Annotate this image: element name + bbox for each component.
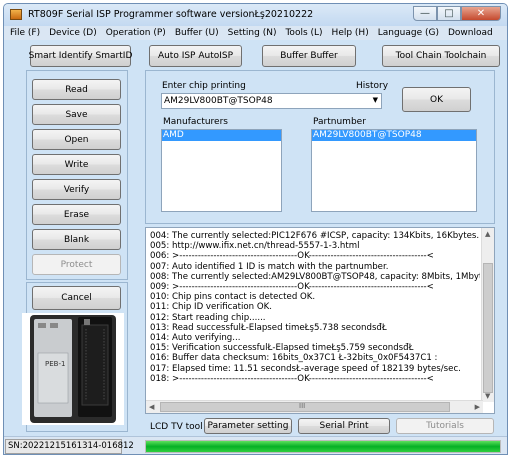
programmer-illustration (30, 315, 116, 423)
list-item[interactable]: AMD (162, 130, 281, 141)
parameter-setting-button[interactable]: Parameter setting (204, 418, 292, 434)
progress-bar (145, 440, 501, 453)
log-line: 014: Auto verifying... (150, 333, 241, 344)
tool-chain-button[interactable]: Tool Chain Toolchain (382, 45, 500, 67)
read-button[interactable]: Read (32, 79, 121, 100)
log-lines: 004: The currently selected:PIC12F676 #I… (150, 231, 480, 384)
menu-bar: File (F) Device (D) Operation (P) Buffer… (4, 26, 507, 40)
log-line: 006: >----------------------------------… (150, 251, 434, 262)
menu-file[interactable]: File (F) (10, 28, 40, 38)
blank-button[interactable]: Blank (32, 229, 121, 250)
log-line: 009: >----------------------------------… (150, 282, 434, 293)
status-bar: SN:20221215161314-016812 (4, 436, 507, 454)
tutorials-button[interactable]: Tutorials (396, 418, 494, 434)
chip-printing-value: AM29LV800BT@TSOP48 (164, 96, 273, 106)
buffer-button[interactable]: Buffer Buffer (262, 45, 356, 67)
erase-button[interactable]: Erase (32, 204, 121, 225)
log-line: 005: http://www.ifix.net.cn/thread-5557-… (150, 241, 360, 252)
operations-panel: Read Save Open Write Verify Erase Blank … (26, 70, 128, 280)
list-item[interactable]: AM29LV800BT@TSOP48 (312, 130, 476, 141)
open-button[interactable]: Open (32, 129, 121, 150)
partnumber-label: Partnumber (313, 117, 366, 127)
horizontal-scroll-thumb[interactable]: III (160, 402, 450, 412)
ok-button[interactable]: OK (402, 87, 471, 112)
log-horizontal-scrollbar[interactable]: ◀ III ▶ (146, 400, 483, 413)
log-line: 008: The currently selected:AM29LV800BT@… (150, 271, 480, 282)
menu-tools[interactable]: Tools (L) (285, 28, 322, 38)
serial-number: SN:20221215161314-016812 (5, 439, 134, 454)
chip-selection-panel: Enter chip printing History AM29LV800BT@… (145, 70, 495, 224)
manufacturers-label: Manufacturers (163, 117, 228, 127)
protect-button[interactable]: Protect (32, 254, 121, 275)
verify-button[interactable]: Verify (32, 179, 121, 200)
scroll-up-icon[interactable]: ▲ (485, 230, 490, 238)
history-label: History (356, 81, 389, 91)
vertical-scroll-thumb[interactable] (483, 263, 493, 393)
manufacturers-list[interactable]: AMD (161, 129, 282, 212)
scroll-right-icon[interactable]: ▶ (475, 403, 480, 411)
cancel-panel: Cancel PEB-1 (22, 282, 128, 432)
menu-help[interactable]: Help (H) (332, 28, 369, 38)
chevron-down-icon[interactable]: ▼ (373, 96, 378, 104)
log-line: 010: Chip pins contact is detected OK. (150, 292, 316, 303)
device-label: PEB-1 (45, 360, 66, 368)
menu-buffer[interactable]: Buffer (U) (175, 28, 219, 38)
log-line: 016: Buffer data checksum: 16bits_0x37C1… (150, 353, 438, 364)
scroll-down-icon[interactable]: ▼ (485, 392, 490, 400)
window-controls: — □ ✕ (413, 6, 501, 21)
close-button[interactable]: ✕ (461, 6, 501, 21)
log-line: 007: Auto identified 1 ID is match with … (150, 261, 389, 272)
minimize-button[interactable]: — (413, 6, 437, 21)
log-line: 015: Verification successfulŁ-Elapsed ti… (150, 343, 414, 354)
save-button[interactable]: Save (32, 104, 121, 125)
title-bar: RT809F Serial ISP Programmer software ve… (4, 4, 507, 26)
partnumber-list[interactable]: AM29LV800BT@TSOP48 (311, 129, 477, 212)
app-icon (10, 9, 22, 20)
auto-isp-button[interactable]: Auto ISP AutoISP (149, 45, 242, 67)
log-line: 011: Chip ID verification OK. (150, 302, 272, 313)
write-button[interactable]: Write (32, 154, 121, 175)
smart-identify-button[interactable]: Smart Identify SmartID (29, 45, 132, 67)
log-line: 017: Elapsed time: 11.51 secondsŁ-averag… (150, 363, 461, 374)
lcd-tv-tool-label: LCD TV tool (150, 422, 203, 432)
menu-download[interactable]: Download (448, 28, 493, 38)
chip-printing-label: Enter chip printing (162, 81, 246, 91)
scroll-left-icon[interactable]: ◀ (149, 403, 154, 411)
window-title: RT809F Serial ISP Programmer software ve… (28, 9, 314, 20)
serial-print-button[interactable]: Serial Print (298, 418, 390, 434)
maximize-button[interactable]: □ (437, 6, 461, 21)
main-window: RT809F Serial ISP Programmer software ve… (3, 3, 508, 455)
chip-printing-select[interactable]: AM29LV800BT@TSOP48 ▼ (161, 93, 382, 109)
log-vertical-scrollbar[interactable]: ▲ ▼ (481, 228, 494, 402)
progress-fill (146, 441, 500, 452)
menu-setting[interactable]: Setting (N) (228, 28, 277, 38)
cancel-button[interactable]: Cancel (32, 286, 121, 310)
log-output[interactable]: 004: The currently selected:PIC12F676 #I… (145, 227, 495, 414)
log-line: 018: >----------------------------------… (150, 373, 434, 384)
programmer-device-image: PEB-1 (22, 313, 124, 425)
log-line: 004: The currently selected:PIC12F676 #I… (150, 231, 480, 241)
menu-operation[interactable]: Operation (P) (106, 28, 166, 38)
menu-language[interactable]: Language (G) (378, 28, 439, 38)
log-line: 012: Start reading chip...... (150, 312, 266, 323)
log-line: 013: Read successfulŁ-Elapsed timeŁş5.73… (150, 322, 387, 333)
menu-device[interactable]: Device (D) (49, 28, 97, 38)
scroll-grip: III (299, 402, 306, 410)
